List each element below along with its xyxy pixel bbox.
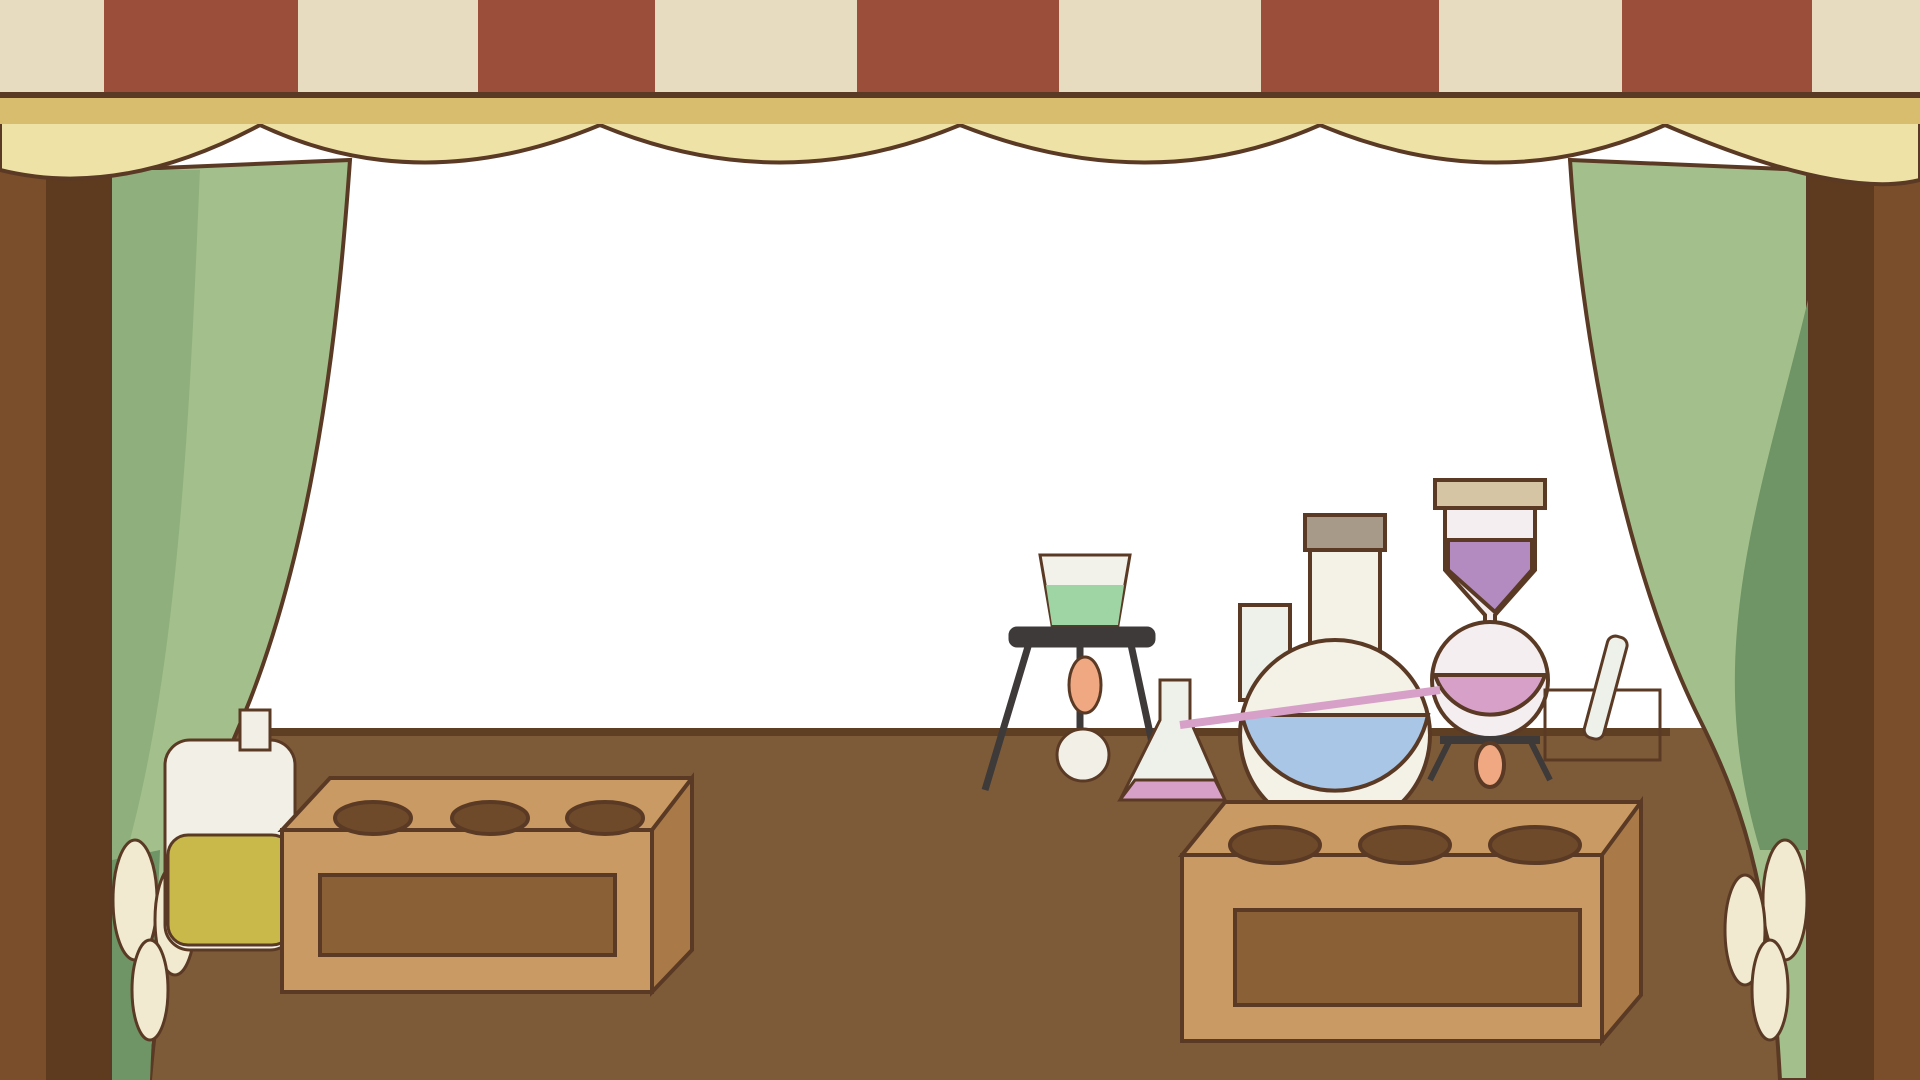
right-post bbox=[1808, 170, 1920, 1080]
test-tube-rack-right bbox=[1177, 795, 1643, 1047]
alchemy-stage-scene bbox=[0, 0, 1920, 1080]
test-tube-rack-left bbox=[277, 772, 694, 997]
striped-awning bbox=[0, 0, 1920, 98]
left-post bbox=[0, 170, 112, 1080]
yellow-potion-bottle bbox=[163, 708, 297, 952]
